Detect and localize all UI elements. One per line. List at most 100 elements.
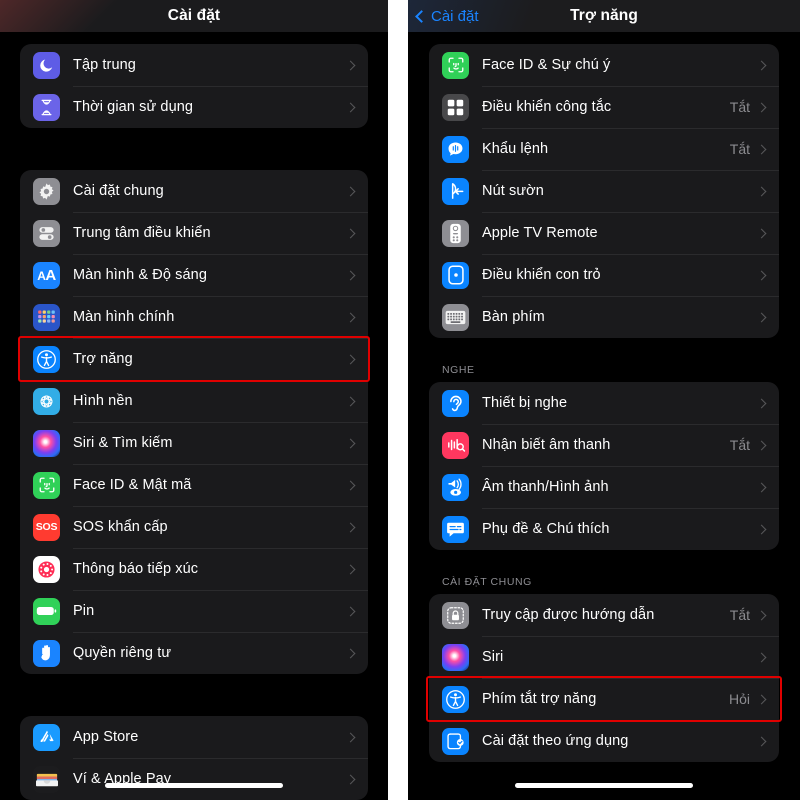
- chevron-right-icon: [756, 736, 767, 746]
- list-item[interactable]: Trung tâm điều khiển: [20, 212, 368, 254]
- guided-access-lock-icon: [442, 601, 469, 629]
- list-item[interactable]: Âm thanh/Hình ảnh: [429, 466, 779, 508]
- chevron-right-icon: [345, 522, 356, 532]
- list-item-label: Bàn phím: [482, 309, 545, 325]
- list-item[interactable]: Trợ năng: [20, 338, 368, 380]
- list-item[interactable]: Face ID & Sự chú ý: [429, 44, 779, 86]
- list-item[interactable]: AA Màn hình & Độ sáng: [20, 254, 368, 296]
- chevron-right-icon: [756, 102, 767, 112]
- gear-icon: [33, 177, 60, 205]
- settings-group: Cài đặt chung Trung tâm điều khiển AA Màn h…: [20, 170, 368, 674]
- list-item-label: App Store: [73, 729, 139, 745]
- list-item-label: SOS khẩn cấp: [73, 519, 168, 535]
- list-item-label: Màn hình & Độ sáng: [73, 267, 207, 283]
- chevron-left-icon: [415, 9, 428, 23]
- list-item-value: Tắt: [729, 607, 750, 623]
- list-item[interactable]: Thiết bị nghe: [429, 382, 779, 424]
- settings-group: Face ID & Sự chú ý Điều khiển công tắc Tắt…: [429, 44, 779, 338]
- home-indicator-left: [105, 783, 283, 788]
- chevron-right-icon: [345, 228, 356, 238]
- list-item[interactable]: Phím tắt trợ năng Hỏi: [429, 678, 779, 720]
- list-item-label: Âm thanh/Hình ảnh: [482, 479, 609, 495]
- list-item[interactable]: Face ID & Mật mã: [20, 464, 368, 506]
- list-item[interactable]: SOS SOS khẩn cấp: [20, 506, 368, 548]
- list-item[interactable]: Truy cập được hướng dẫn Tắt: [429, 594, 779, 636]
- list-item[interactable]: Điều khiển con trỏ: [429, 254, 779, 296]
- chevron-right-icon: [756, 60, 767, 70]
- chevron-right-icon: [345, 606, 356, 616]
- list-item-label: Cài đặt theo ứng dụng: [482, 733, 629, 749]
- chevron-right-icon: [756, 186, 767, 196]
- chevron-right-icon: [756, 694, 767, 704]
- keyboard-icon: [442, 303, 469, 331]
- battery-icon: [33, 597, 60, 625]
- list-item[interactable]: Thời gian sử dụng: [20, 86, 368, 128]
- accessibility-icon: [33, 345, 60, 373]
- list-item[interactable]: Phụ đề & Chú thích: [429, 508, 779, 550]
- chevron-right-icon: [756, 610, 767, 620]
- list-item[interactable]: Cài đặt chung: [20, 170, 368, 212]
- list-item-label: Siri & Tìm kiếm: [73, 435, 173, 451]
- list-item[interactable]: Quyền riêng tư: [20, 632, 368, 674]
- list-item-label: Điều khiển con trỏ: [482, 267, 601, 283]
- subtitles-icon: [442, 515, 469, 543]
- list-item[interactable]: Màn hình chính: [20, 296, 368, 338]
- list-item[interactable]: Hình nền: [20, 380, 368, 422]
- back-button-label: Cài đặt: [431, 7, 479, 25]
- accessibility-panel-right: Cài đặt Trợ năng Face ID & Sự chú ý Điều …: [408, 0, 800, 800]
- home-indicator-right: [515, 783, 693, 788]
- wallpaper-icon: [33, 387, 60, 415]
- list-item-value: Tắt: [729, 141, 750, 157]
- face-id-icon: [442, 51, 469, 79]
- sound-recognition-icon: [442, 431, 469, 459]
- left-scroll-body[interactable]: Tập trung Thời gian sử dụng Cài đặt chung T…: [0, 32, 388, 800]
- list-item[interactable]: Nhận biết âm thanh Tắt: [429, 424, 779, 466]
- list-item[interactable]: Apple TV Remote: [429, 212, 779, 254]
- list-item[interactable]: Nút sườn: [429, 170, 779, 212]
- list-item-label: Hình nền: [73, 393, 133, 409]
- list-item-label: Nút sườn: [482, 183, 544, 199]
- list-item[interactable]: Tập trung: [20, 44, 368, 86]
- list-item[interactable]: Bàn phím: [429, 296, 779, 338]
- list-item-label: Phím tắt trợ năng: [482, 691, 597, 707]
- right-scroll-body[interactable]: Face ID & Sự chú ý Điều khiển công tắc Tắt…: [408, 32, 800, 762]
- list-item[interactable]: Siri: [429, 636, 779, 678]
- chevron-right-icon: [345, 732, 356, 742]
- settings-group: Thiết bị nghe Nhận biết âm thanh Tắt Âm tha…: [429, 382, 779, 550]
- list-item-label: Siri: [482, 649, 504, 665]
- list-item-value: Tắt: [729, 99, 750, 115]
- list-item[interactable]: Cài đặt theo ứng dụng: [429, 720, 779, 762]
- chevron-right-icon: [345, 270, 356, 280]
- list-item[interactable]: Ví & Apple Pay: [20, 758, 368, 800]
- home-screen-icon: [33, 303, 60, 331]
- chevron-right-icon: [345, 186, 356, 196]
- list-item-label: Khẩu lệnh: [482, 141, 549, 157]
- wallet-icon: [33, 765, 60, 793]
- back-button[interactable]: Cài đặt: [415, 0, 479, 32]
- right-page-title: Trợ năng: [570, 7, 638, 24]
- list-item-label: Face ID & Mật mã: [73, 477, 192, 493]
- list-item-label: Trung tâm điều khiển: [73, 225, 211, 241]
- list-item-label: Trợ năng: [73, 351, 133, 367]
- chevron-right-icon: [756, 652, 767, 662]
- list-item[interactable]: App Store: [20, 716, 368, 758]
- list-item-label: Apple TV Remote: [482, 225, 598, 241]
- switch-control-icon: [442, 93, 469, 121]
- list-item-label: Điều khiển công tắc: [482, 99, 612, 115]
- list-item[interactable]: Điều khiển công tắc Tắt: [429, 86, 779, 128]
- control-center-icon: [33, 219, 60, 247]
- chevron-right-icon: [756, 440, 767, 450]
- list-item[interactable]: Thông báo tiếp xúc: [20, 548, 368, 590]
- list-item[interactable]: Pin: [20, 590, 368, 632]
- list-item[interactable]: Khẩu lệnh Tắt: [429, 128, 779, 170]
- left-navbar: Cài đặt: [0, 0, 388, 32]
- app-store-icon: [33, 723, 60, 751]
- list-item[interactable]: Siri & Tìm kiếm: [20, 422, 368, 464]
- list-item-label: Thời gian sử dụng: [73, 99, 194, 115]
- audio-visual-icon: [442, 473, 469, 501]
